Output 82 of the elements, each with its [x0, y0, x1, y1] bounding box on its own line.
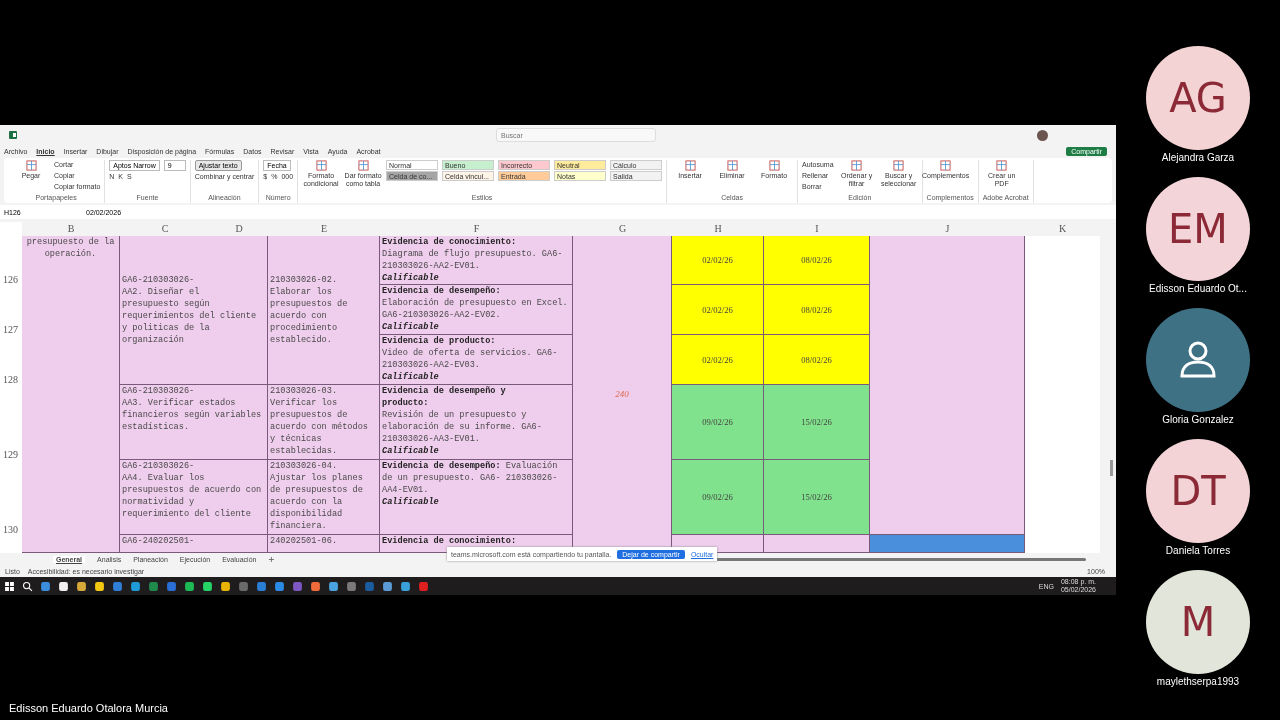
participant-name: Edisson Eduardo Ot...	[1149, 283, 1247, 294]
cell-text: GA6-210303026- AA3. Verificar estados financieros según variables estadísticas.	[122, 385, 263, 433]
column-header[interactable]: E	[268, 222, 380, 236]
hours-value: 240	[615, 389, 629, 399]
participant-name: Gloria Gonzalez	[1162, 414, 1234, 425]
evidence-text: Evidencia de producto: Video de oferta de servicios. GA6- 210303026-AA2-EV03.	[382, 335, 559, 371]
column-header[interactable]: F	[380, 222, 573, 236]
column-header[interactable]: K	[1025, 222, 1100, 236]
add-sheet-icon[interactable]	[268, 556, 276, 563]
participant-avatar: EM	[1146, 177, 1250, 281]
evidence-text: Evidencia de desempeño: Elaboración de presupuesto en Excel. GA6-210303026-AA2-EV02.	[382, 285, 569, 321]
row-number[interactable]: 127	[0, 285, 22, 335]
column-header[interactable]: J	[870, 222, 1025, 236]
column-header[interactable]: G	[573, 222, 672, 236]
date-text: 09/02/26	[702, 417, 733, 427]
grade-note: Calificable	[382, 496, 440, 508]
row-number[interactable]: 129	[0, 385, 22, 460]
excel-icon[interactable]	[8, 130, 18, 140]
grade-note: Calificable	[382, 371, 440, 383]
participant-name: maylethserpa1993	[1156, 676, 1240, 687]
grid-icon	[357, 160, 369, 171]
grade-note: Calificable	[382, 321, 440, 333]
avatar-icon[interactable]	[1037, 129, 1048, 141]
column-header[interactable]: B	[22, 222, 120, 236]
date-text: 08/02/26	[801, 304, 832, 315]
search-icon[interactable]	[22, 580, 33, 592]
app-icon[interactable]	[76, 580, 87, 592]
column-header[interactable]: I	[764, 222, 870, 236]
row-number[interactable]: 128	[0, 335, 22, 385]
grid-icon	[684, 160, 696, 171]
app-icon[interactable]	[94, 580, 105, 592]
date-text: 02/02/26	[702, 354, 733, 365]
column-header[interactable]: H	[672, 222, 764, 236]
date-text: 08/02/26	[801, 354, 832, 365]
date-text: 02/02/26	[702, 255, 733, 265]
grid-icon	[893, 160, 905, 171]
evidence-text: Evidencia de conocimiento:	[382, 535, 518, 547]
grid-icon	[25, 160, 37, 171]
grid-icon	[315, 160, 327, 171]
presenter-name: Edisson Eduardo Otalora Murcia	[9, 702, 169, 714]
date-text: 15/02/26	[801, 417, 832, 427]
column-header[interactable]: D	[210, 222, 268, 236]
scrollbar[interactable]	[1100, 222, 1116, 553]
row-number[interactable]: 126	[0, 236, 22, 285]
participant-avatar: M	[1146, 570, 1250, 674]
cell-text: presupuesto de la operación.	[25, 236, 116, 260]
app-icon[interactable]	[202, 580, 213, 592]
cell-text: GA6-210303026- AA2. Diseñar el presupuesto según requerimientos del cliente y politicas de la organización	[122, 274, 258, 346]
windows-icon[interactable]	[4, 580, 15, 592]
grid-icon	[940, 160, 952, 171]
person-icon	[1178, 340, 1218, 380]
cell-text: GA6-240202501-	[122, 535, 196, 547]
cell-text: 210303026-02. Elaborar los presupuestos de acuerdo con procedimiento establecido.	[270, 274, 349, 346]
column-header[interactable]: C	[120, 222, 210, 236]
participant-name: Daniela Torres	[1165, 545, 1231, 556]
participant-name: Alejandra Garza	[1161, 152, 1235, 163]
evidence-text: Evidencia de desempeño: Evaluación de un presupuesto. GA6- 210303026- AA4-EV01.	[382, 460, 559, 496]
grade-note: Calificable	[382, 445, 440, 457]
date-text: 08/02/26	[801, 255, 832, 265]
app-icon[interactable]	[328, 580, 339, 592]
grid-icon	[768, 160, 780, 171]
app-icon[interactable]	[400, 580, 411, 592]
grid-icon	[851, 160, 863, 171]
evidence-text: Evidencia de desempeño y producto: Revisión de un presupuesto y elaboración de su informe. GA6- 210303026-AA3-EV01.	[382, 385, 543, 445]
app-icon[interactable]	[382, 580, 393, 592]
grid-icon	[726, 160, 738, 171]
app-icon[interactable]	[220, 580, 231, 592]
date-text: 02/02/26	[702, 304, 733, 315]
cell-text: 240202501-06.	[270, 535, 339, 547]
cell-text: GA6-210303026- AA4. Evaluar los presupuestos de acuerdo con normatividad y requerimiento del cliente	[122, 460, 263, 520]
app-icon[interactable]	[58, 580, 69, 592]
grade-note: Calificable	[382, 272, 440, 284]
date-text: 09/02/26	[702, 492, 733, 502]
participant-avatar: AG	[1146, 46, 1250, 150]
participant-avatar: DT	[1146, 439, 1250, 543]
cell-text: 210303026-04. Ajustar los planes de presupuestos de acuerdo con la disponibilidad financiera.	[270, 460, 364, 532]
app-icon[interactable]	[184, 580, 195, 592]
date-text: 15/02/26	[801, 492, 832, 502]
evidence-text: Evidencia de conocimiento: Diagrama de flujo presupuesto. GA6- 210303026-AA2-EV01.	[382, 236, 564, 272]
row-number[interactable]: 130	[0, 460, 22, 535]
grid-icon	[996, 160, 1008, 171]
cell-text: 210303026-03. Verificar los presupuestos de acuerdo con métodos y técnicas establecidas.	[270, 385, 369, 457]
